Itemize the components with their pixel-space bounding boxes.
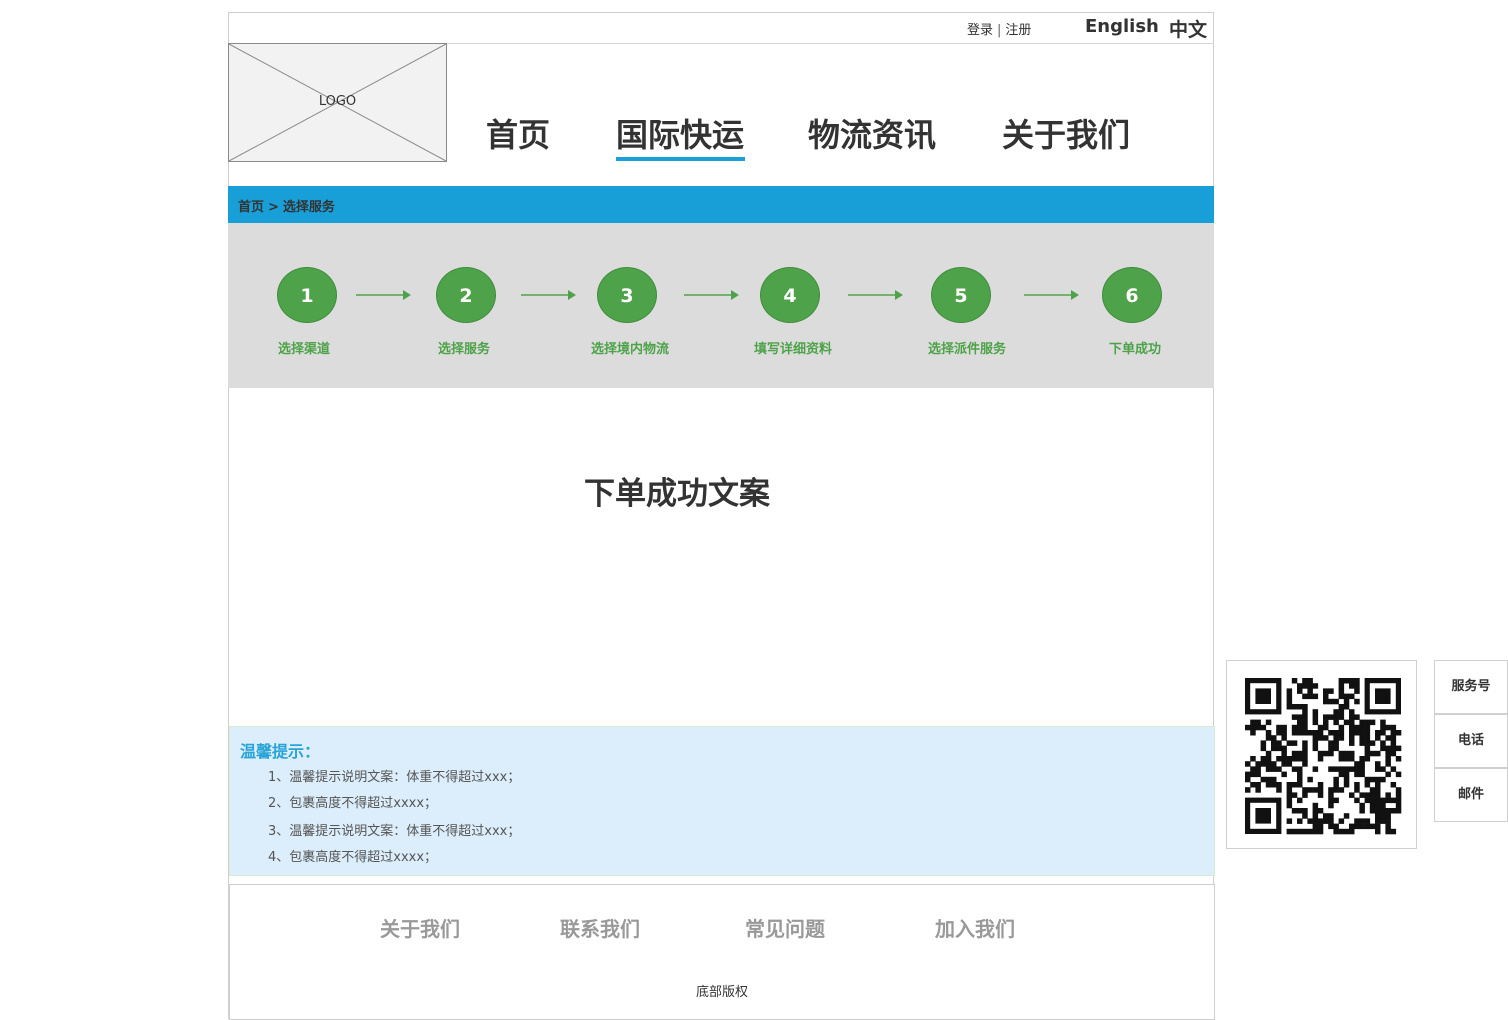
step-arrow-icon (848, 290, 903, 300)
breadcrumb-separator: > (268, 200, 279, 215)
step-arrow-icon (1024, 290, 1079, 300)
footer-link-about-us[interactable]: 关于我们 (380, 913, 460, 942)
side-item-email[interactable]: 邮件 (1434, 768, 1508, 822)
tip-item: 1、温馨提示说明文案：体重不得超过xxx； (268, 770, 521, 785)
step-4-circle: 4 (760, 267, 820, 323)
step-1-label: 选择渠道 (278, 342, 331, 357)
top-bar: 登录 | 注册 English 中文 (228, 12, 1214, 44)
nav-item-about-us[interactable]: 关于我们 (1002, 110, 1130, 156)
breadcrumb-current: 选择服务 (282, 200, 335, 215)
step-arrow-icon (521, 290, 576, 300)
step-3-label: 选择境内物流 (591, 342, 670, 357)
tip-item: 4、包裹高度不得超过xxxx； (268, 850, 438, 865)
step-2-circle: 2 (436, 267, 496, 323)
auth-links: 登录 | 注册 (967, 19, 1031, 38)
nav-item-international-express[interactable]: 国际快运 (616, 110, 744, 156)
qr-code-panel (1226, 660, 1417, 849)
step-2-label: 选择服务 (438, 342, 491, 357)
side-item-phone[interactable]: 电话 (1434, 714, 1508, 768)
step-1-circle: 1 (277, 267, 337, 323)
footer-link-faq[interactable]: 常见问题 (745, 913, 825, 942)
login-link[interactable]: 登录 (967, 23, 993, 38)
step-4-label: 填写详细资料 (754, 342, 833, 357)
step-6-circle: 6 (1102, 267, 1162, 323)
side-item-service-account[interactable]: 服务号 (1434, 660, 1508, 714)
step-3-circle: 3 (597, 267, 657, 323)
step-5-circle: 5 (931, 267, 991, 323)
side-contact-menu: 服务号 电话 邮件 (1434, 660, 1508, 823)
tip-item: 2、包裹高度不得超过xxxx； (268, 796, 438, 811)
language-chinese-link[interactable]: 中文 (1169, 15, 1207, 42)
copyright-text: 底部版权 (695, 985, 748, 1000)
breadcrumb: 首页 > 选择服务 (238, 196, 335, 215)
nav-item-logistics-news[interactable]: 物流资讯 (808, 110, 936, 156)
footer-link-join-us[interactable]: 加入我们 (935, 913, 1015, 942)
progress-steps: 1 2 3 4 5 6 选择渠道 选择服务 选择境内物流 填写详细资料 选择派件… (228, 223, 1214, 388)
step-6-label: 下单成功 (1109, 342, 1162, 357)
logo-placeholder[interactable]: LOGO (228, 43, 447, 162)
footer-link-contact-us[interactable]: 联系我们 (560, 913, 640, 942)
logo-text: LOGO (318, 94, 357, 109)
step-5-label: 选择派件服务 (928, 342, 1007, 357)
order-success-message: 下单成功文案 (584, 476, 770, 512)
auth-separator: | (997, 23, 1002, 38)
tip-item: 3、温馨提示说明文案：体重不得超过xxx； (268, 824, 521, 839)
breadcrumb-home[interactable]: 首页 (238, 200, 264, 215)
language-english-link[interactable]: English (1085, 16, 1159, 37)
step-arrow-icon (356, 290, 411, 300)
step-arrow-icon (684, 290, 739, 300)
tips-title: 温馨提示： (240, 742, 321, 761)
nav-item-home[interactable]: 首页 (486, 110, 550, 156)
nav-active-indicator (616, 157, 745, 161)
tips-panel: 温馨提示： 1、温馨提示说明文案：体重不得超过xxx； 2、包裹高度不得超过xx… (229, 726, 1215, 876)
qr-code-icon (1245, 678, 1402, 835)
breadcrumb-bar: 首页 > 选择服务 (228, 186, 1214, 223)
footer: 关于我们 联系我们 常见问题 加入我们 底部版权 (229, 884, 1215, 1020)
register-link[interactable]: 注册 (1005, 23, 1031, 38)
